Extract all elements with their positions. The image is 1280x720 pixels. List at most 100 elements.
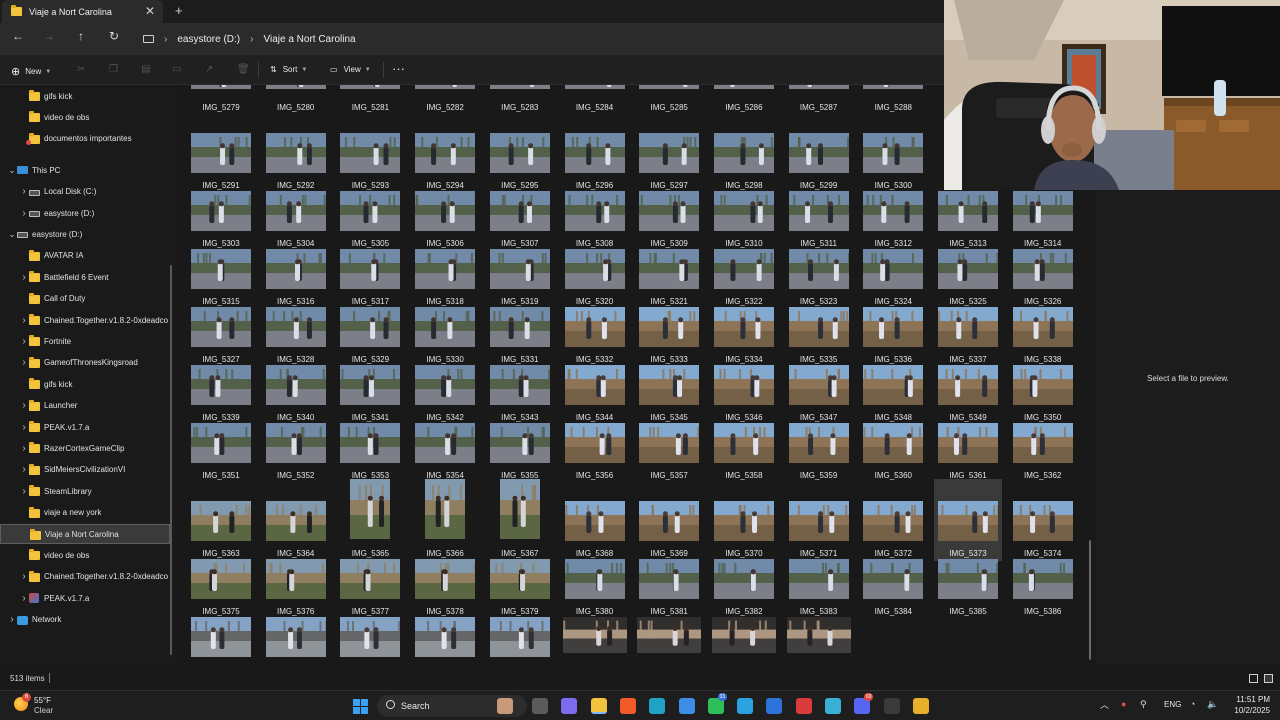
sidebar-item[interactable]: documentos importantes — [0, 129, 170, 149]
image-file-tile[interactable]: IMG_5282 — [411, 85, 479, 115]
image-file-tile[interactable]: IMG_5338 — [1009, 305, 1077, 367]
sidebar-item[interactable]: gifs kick — [0, 374, 170, 394]
sidebar-item[interactable]: › Fortnite — [0, 331, 170, 351]
cut-icon[interactable]: ✂ — [77, 64, 85, 75]
image-file-tile[interactable]: IMG_5365 — [336, 479, 404, 561]
sidebar-item[interactable]: video de obs — [0, 545, 170, 565]
image-file-tile[interactable]: IMG_5378 — [411, 557, 479, 619]
sidebar-item[interactable]: › SteamLibrary — [0, 481, 170, 501]
image-file-tile[interactable]: IMG_5309 — [635, 189, 703, 251]
image-file-tile[interactable]: IMG_5385 — [934, 557, 1002, 619]
image-file-tile[interactable]: IMG_5366 — [411, 479, 479, 561]
chevron-right-icon[interactable]: › — [20, 400, 28, 411]
image-file-tile[interactable]: IMG_5374 — [1009, 479, 1077, 561]
image-file-tile[interactable]: IMG_5356 — [561, 421, 629, 483]
tab-viaje-a-nort-carolina[interactable]: Viaje a Nort Carolina ✕ — [2, 0, 163, 23]
image-file-tile[interactable]: IMG_5388 — [262, 615, 330, 665]
sidebar-item[interactable]: viaje a new york — [0, 503, 170, 523]
image-file-tile[interactable]: IMG_5307 — [486, 189, 554, 251]
image-file-tile[interactable]: IMG_5329 — [336, 305, 404, 367]
image-file-tile[interactable]: IMG_5315 — [187, 247, 255, 309]
search-box[interactable]: Search — [377, 695, 527, 717]
sidebar-item[interactable]: › easystore (D:) — [0, 203, 170, 223]
volume-icon[interactable]: 🔈 — [1207, 699, 1218, 710]
chevron-up-icon[interactable]: ︿ — [1100, 698, 1109, 711]
copilot-icon[interactable] — [561, 698, 578, 714]
image-file-tile[interactable]: IMG_5297 — [635, 131, 703, 193]
image-file-tile[interactable]: IMG_5363 — [187, 479, 255, 561]
rename-icon[interactable]: ▭ — [172, 64, 181, 75]
image-file-tile[interactable]: IMG_5293 — [336, 131, 404, 193]
image-file-tile[interactable]: IMG_5335 — [785, 305, 853, 367]
sidebar-item[interactable]: › PEAK.v1.7.a — [0, 588, 170, 608]
image-file-tile[interactable]: IMG_5364 — [262, 479, 330, 561]
chevron-right-icon[interactable]: › — [250, 34, 253, 45]
image-file-tile[interactable]: IMG_5299 — [785, 131, 853, 193]
image-file-tile[interactable]: IMG_5292 — [262, 131, 330, 193]
sidebar-item[interactable]: › Network — [0, 610, 170, 630]
image-file-tile[interactable]: IMG_5295 — [486, 131, 554, 193]
image-file-tile[interactable]: IMG_5311 — [785, 189, 853, 251]
large-icons-view-icon[interactable] — [1264, 674, 1273, 683]
new-tab-button[interactable]: + — [175, 3, 183, 18]
image-file-tile[interactable]: IMG_5361 — [934, 421, 1002, 483]
sidebar-item[interactable]: AVATAR IA — [0, 246, 170, 266]
image-file-tile[interactable]: IMG_5294 — [411, 131, 479, 193]
image-file-tile[interactable]: IMG_5369 — [635, 479, 703, 561]
chevron-right-icon[interactable]: › — [20, 571, 28, 582]
image-file-tile[interactable]: IMG_5354 — [411, 421, 479, 483]
breadcrumb-drive[interactable]: easystore (D:) — [177, 34, 240, 45]
image-file-tile[interactable]: IMG_5306 — [411, 189, 479, 251]
sidebar-item[interactable]: Viaje a Nort Carolina — [0, 524, 170, 544]
chevron-right-icon[interactable]: › — [20, 464, 28, 475]
forward-arrow-icon[interactable]: → — [39, 29, 59, 43]
image-file-tile[interactable]: IMG_5341 — [336, 363, 404, 425]
image-file-tile[interactable]: IMG_5325 — [934, 247, 1002, 309]
image-file-tile[interactable]: IMG_5326 — [1009, 247, 1077, 309]
image-file-tile[interactable]: IMG_5387 — [187, 615, 255, 665]
sidebar-item[interactable]: ⌄ easystore (D:) — [0, 224, 170, 244]
image-file-tile[interactable]: IMG_5322 — [710, 247, 778, 309]
sidebar-item[interactable]: ⌄ This PC — [0, 160, 170, 180]
chevron-right-icon[interactable]: › — [164, 34, 167, 45]
obs-icon[interactable] — [883, 698, 900, 714]
image-file-tile[interactable]: IMG_5352 — [262, 421, 330, 483]
sidebar-item[interactable]: › Chained.Together.v1.8.2-0xdeadco — [0, 567, 170, 587]
image-file-tile[interactable]: IMG_5379 — [486, 557, 554, 619]
image-file-tile[interactable]: IMG_5317 — [336, 247, 404, 309]
chevron-down-icon[interactable]: ⌄ — [8, 165, 16, 176]
image-file-tile[interactable]: IMG_5328 — [262, 305, 330, 367]
wifi-icon[interactable]: ◔ — [1190, 699, 1195, 709]
image-file-tile[interactable]: IMG_5288 — [859, 85, 927, 115]
image-file-tile[interactable]: IMG_5298 — [710, 131, 778, 193]
sidebar-item[interactable]: › Battlefield 6 Event — [0, 267, 170, 287]
video-file-tile[interactable]: MVI_4908 — [561, 615, 629, 665]
image-file-tile[interactable]: IMG_5347 — [785, 363, 853, 425]
video-file-tile[interactable]: MVI_5057 — [635, 615, 703, 665]
image-file-tile[interactable]: IMG_5370 — [710, 479, 778, 561]
image-file-tile[interactable]: IMG_5368 — [561, 479, 629, 561]
image-file-tile[interactable]: IMG_5345 — [635, 363, 703, 425]
image-file-tile[interactable]: IMG_5300 — [859, 131, 927, 193]
content-scrollbar[interactable] — [1089, 540, 1091, 660]
up-arrow-icon[interactable]: ↑ — [71, 29, 91, 43]
image-file-tile[interactable]: IMG_5313 — [934, 189, 1002, 251]
chevron-right-icon[interactable]: › — [8, 614, 16, 625]
paste-icon[interactable]: ▤ — [141, 64, 150, 75]
back-arrow-icon[interactable]: ← — [8, 29, 28, 43]
image-file-tile[interactable]: IMG_5373 — [934, 479, 1002, 561]
image-file-tile[interactable]: IMG_5296 — [561, 131, 629, 193]
edge-icon[interactable] — [649, 698, 666, 714]
sidebar-item[interactable]: › Local Disk (C:) — [0, 182, 170, 202]
image-file-tile[interactable]: IMG_5337 — [934, 305, 1002, 367]
image-file-tile[interactable]: IMG_5285 — [635, 85, 703, 115]
image-file-tile[interactable]: IMG_5349 — [934, 363, 1002, 425]
image-file-tile[interactable]: IMG_5303 — [187, 189, 255, 251]
new-button[interactable]: ⊕ New ▼ — [11, 65, 51, 78]
image-file-tile[interactable]: IMG_5321 — [635, 247, 703, 309]
sidebar-item[interactable]: Call of Duty — [0, 289, 170, 309]
view-button[interactable]: ▭ View ▼ — [330, 65, 371, 74]
image-file-tile[interactable]: IMG_5279 — [187, 85, 255, 115]
app-a-icon[interactable] — [766, 698, 783, 714]
image-file-tile[interactable]: IMG_5291 — [187, 131, 255, 193]
